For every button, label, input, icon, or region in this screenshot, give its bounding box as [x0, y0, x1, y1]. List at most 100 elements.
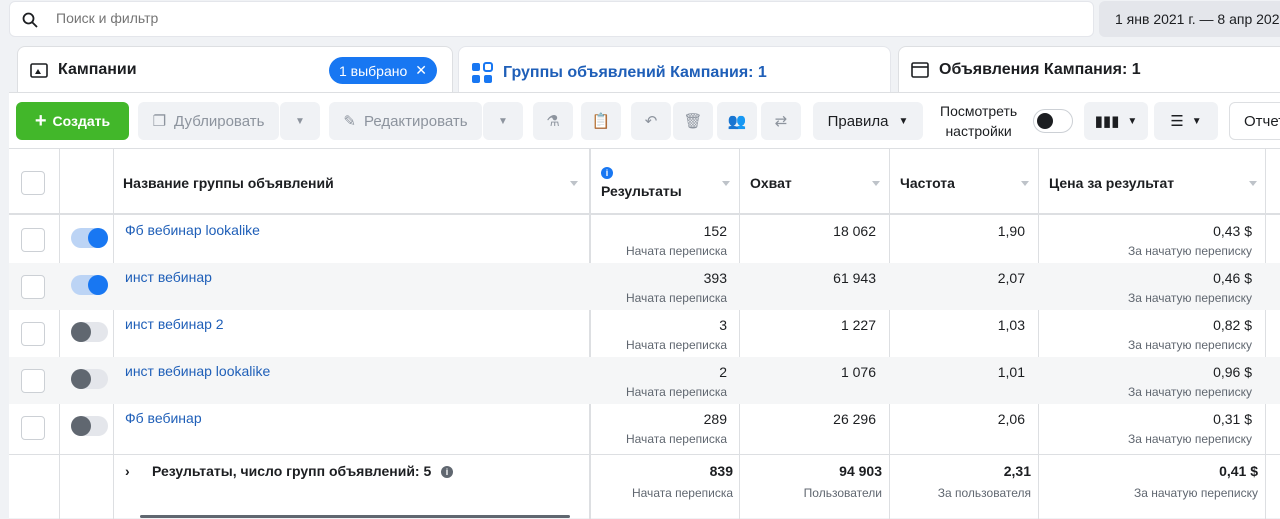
breakdown-button[interactable]: ☰ ▼ — [1154, 102, 1218, 140]
row-checkbox[interactable] — [21, 322, 45, 346]
sort-icon[interactable] — [722, 181, 730, 186]
view-settings-toggle[interactable] — [1033, 109, 1073, 133]
row-status-toggle[interactable] — [71, 416, 108, 436]
table-row[interactable]: инст вебинар lookalike 2 Начата переписка 1… — [9, 357, 1280, 404]
cost-value: 0,82 $ — [1213, 317, 1252, 333]
table-row[interactable]: инст вебинар 2 3 Начата переписка 1 227 1,03… — [9, 310, 1280, 357]
total-cost-value: 0,41 $ — [1219, 463, 1258, 479]
flask-icon: ⚗ — [546, 113, 560, 130]
reports-button-label: Отчеты — [1244, 112, 1280, 130]
plus-icon: + — [34, 110, 47, 132]
top-bar: 1 янв 2021 г. — 8 апр 2021 — [0, 0, 1280, 40]
table-row[interactable]: Фб вебинар 289 Начата переписка 26 296 2,06 0… — [9, 404, 1280, 451]
adsets-table: Название группы объявлений i Результаты … — [9, 148, 1280, 519]
table-row[interactable]: инст вебинар 393 Начата переписка 61 943 2,0… — [9, 263, 1280, 310]
column-header-name[interactable]: Название группы объявлений — [123, 175, 334, 191]
results-value: 393 — [703, 270, 727, 286]
caret-down-icon: ▼ — [498, 115, 508, 127]
total-cost-type: За начатую переписку — [1133, 486, 1258, 500]
cost-type: За начатую переписку — [1127, 432, 1252, 446]
info-icon[interactable]: i — [601, 167, 613, 179]
adset-name-link[interactable]: инст вебинар 2 — [125, 316, 224, 332]
search-field[interactable] — [9, 1, 1094, 37]
row-status-toggle[interactable] — [71, 275, 108, 295]
sort-icon[interactable] — [570, 181, 578, 186]
caret-down-icon: ▼ — [1191, 115, 1202, 127]
caret-down-icon: ▼ — [295, 115, 305, 127]
table-row[interactable]: Фб вебинар lookalike 152 Начата переписка 1… — [9, 216, 1280, 263]
ab-test-button[interactable]: ⚗ — [533, 102, 573, 140]
row-checkbox[interactable] — [21, 275, 45, 299]
frequency-value: 1,90 — [997, 223, 1025, 239]
row-status-toggle[interactable] — [71, 322, 108, 342]
selected-badge[interactable]: 1 выбрано ✕ — [328, 57, 437, 84]
search-input[interactable] — [56, 10, 956, 26]
tab-adsets-label: Группы объявлений Кампания: 1 — [503, 63, 767, 81]
caret-down-icon: ▼ — [898, 115, 909, 127]
window-icon — [911, 61, 929, 78]
edit-dropdown[interactable]: ▼ — [483, 102, 523, 140]
row-status-toggle[interactable] — [71, 228, 108, 248]
duplicate-icon: ❐ — [152, 113, 167, 130]
cost-type: За начатую переписку — [1127, 338, 1252, 352]
tab-campaigns[interactable]: Кампании 1 выбрано ✕ — [17, 46, 453, 92]
info-icon[interactable]: i — [441, 466, 453, 478]
view-settings-line2: настройки — [945, 123, 1012, 139]
cost-type: За начатую переписку — [1127, 291, 1252, 305]
view-settings-label: Посмотреть настройки — [940, 101, 1017, 141]
column-header-cost[interactable]: Цена за результат — [1049, 175, 1174, 191]
sort-icon[interactable] — [1021, 181, 1029, 186]
date-range-picker[interactable]: 1 янв 2021 г. — 8 апр 2021 — [1099, 1, 1280, 37]
cost-type: За начатую переписку — [1127, 385, 1252, 399]
edit-button[interactable]: ✎ Редактировать — [329, 102, 482, 140]
results-value: 3 — [719, 317, 727, 333]
cost-value: 0,46 $ — [1213, 270, 1252, 286]
rules-button-label: Правила — [827, 112, 889, 130]
cost-value: 0,96 $ — [1213, 364, 1252, 380]
tab-ads[interactable]: Объявления Кампания: 1 — [898, 46, 1280, 92]
adset-name-link[interactable]: Фб вебинар lookalike — [125, 222, 260, 238]
tab-adsets[interactable]: Группы объявлений Кампания: 1 — [458, 46, 891, 98]
sort-icon[interactable] — [872, 181, 880, 186]
reach-value: 26 296 — [833, 411, 876, 427]
frequency-value: 2,06 — [997, 411, 1025, 427]
row-checkbox[interactable] — [21, 416, 45, 440]
total-reach-type: Пользователи — [803, 486, 882, 500]
columns-button[interactable]: ▮▮▮ ▼ — [1084, 102, 1148, 140]
audience-button[interactable]: 👥 — [717, 102, 757, 140]
results-value: 289 — [703, 411, 727, 427]
cost-type: За начатую переписку — [1127, 244, 1252, 258]
reach-value: 1 076 — [840, 364, 876, 380]
duplicate-dropdown[interactable]: ▼ — [280, 102, 320, 140]
create-button[interactable]: + Создать — [16, 102, 129, 140]
frequency-value: 2,07 — [997, 270, 1025, 286]
view-settings-line1: Посмотреть — [940, 103, 1018, 119]
search-icon — [22, 12, 38, 28]
select-all-checkbox[interactable] — [21, 171, 45, 195]
rules-button[interactable]: Правила ▼ — [813, 102, 923, 140]
column-header-reach[interactable]: Охват — [750, 175, 792, 191]
total-frequency-value: 2,31 — [1003, 463, 1031, 479]
adset-name-link[interactable]: инст вебинар lookalike — [125, 363, 270, 379]
duplicate-button-label: Дублировать — [174, 112, 265, 130]
adset-name-link[interactable]: Фб вебинар — [125, 410, 202, 426]
row-status-toggle[interactable] — [71, 369, 108, 389]
export-button[interactable]: ⇄ — [761, 102, 801, 140]
sort-icon[interactable] — [1249, 181, 1257, 186]
undo-button[interactable]: ↶ — [631, 102, 671, 140]
row-checkbox[interactable] — [21, 369, 45, 393]
folder-icon — [30, 62, 48, 78]
frequency-value: 1,03 — [997, 317, 1025, 333]
row-checkbox[interactable] — [21, 228, 45, 252]
swap-icon: ⇄ — [774, 113, 788, 130]
column-header-results[interactable]: Результаты — [601, 183, 682, 199]
reports-button[interactable]: Отчеты — [1229, 102, 1280, 140]
cost-value: 0,43 $ — [1213, 223, 1252, 239]
delete-button[interactable]: 🗑 — [673, 102, 713, 140]
duplicate-button[interactable]: ❐ Дублировать — [138, 102, 279, 140]
close-icon[interactable]: ✕ — [415, 62, 427, 79]
clipboard-button[interactable]: 📋 — [581, 102, 621, 140]
column-header-frequency[interactable]: Частота — [900, 175, 955, 191]
adset-name-link[interactable]: инст вебинар — [125, 269, 212, 285]
expand-icon[interactable]: › — [125, 463, 130, 479]
